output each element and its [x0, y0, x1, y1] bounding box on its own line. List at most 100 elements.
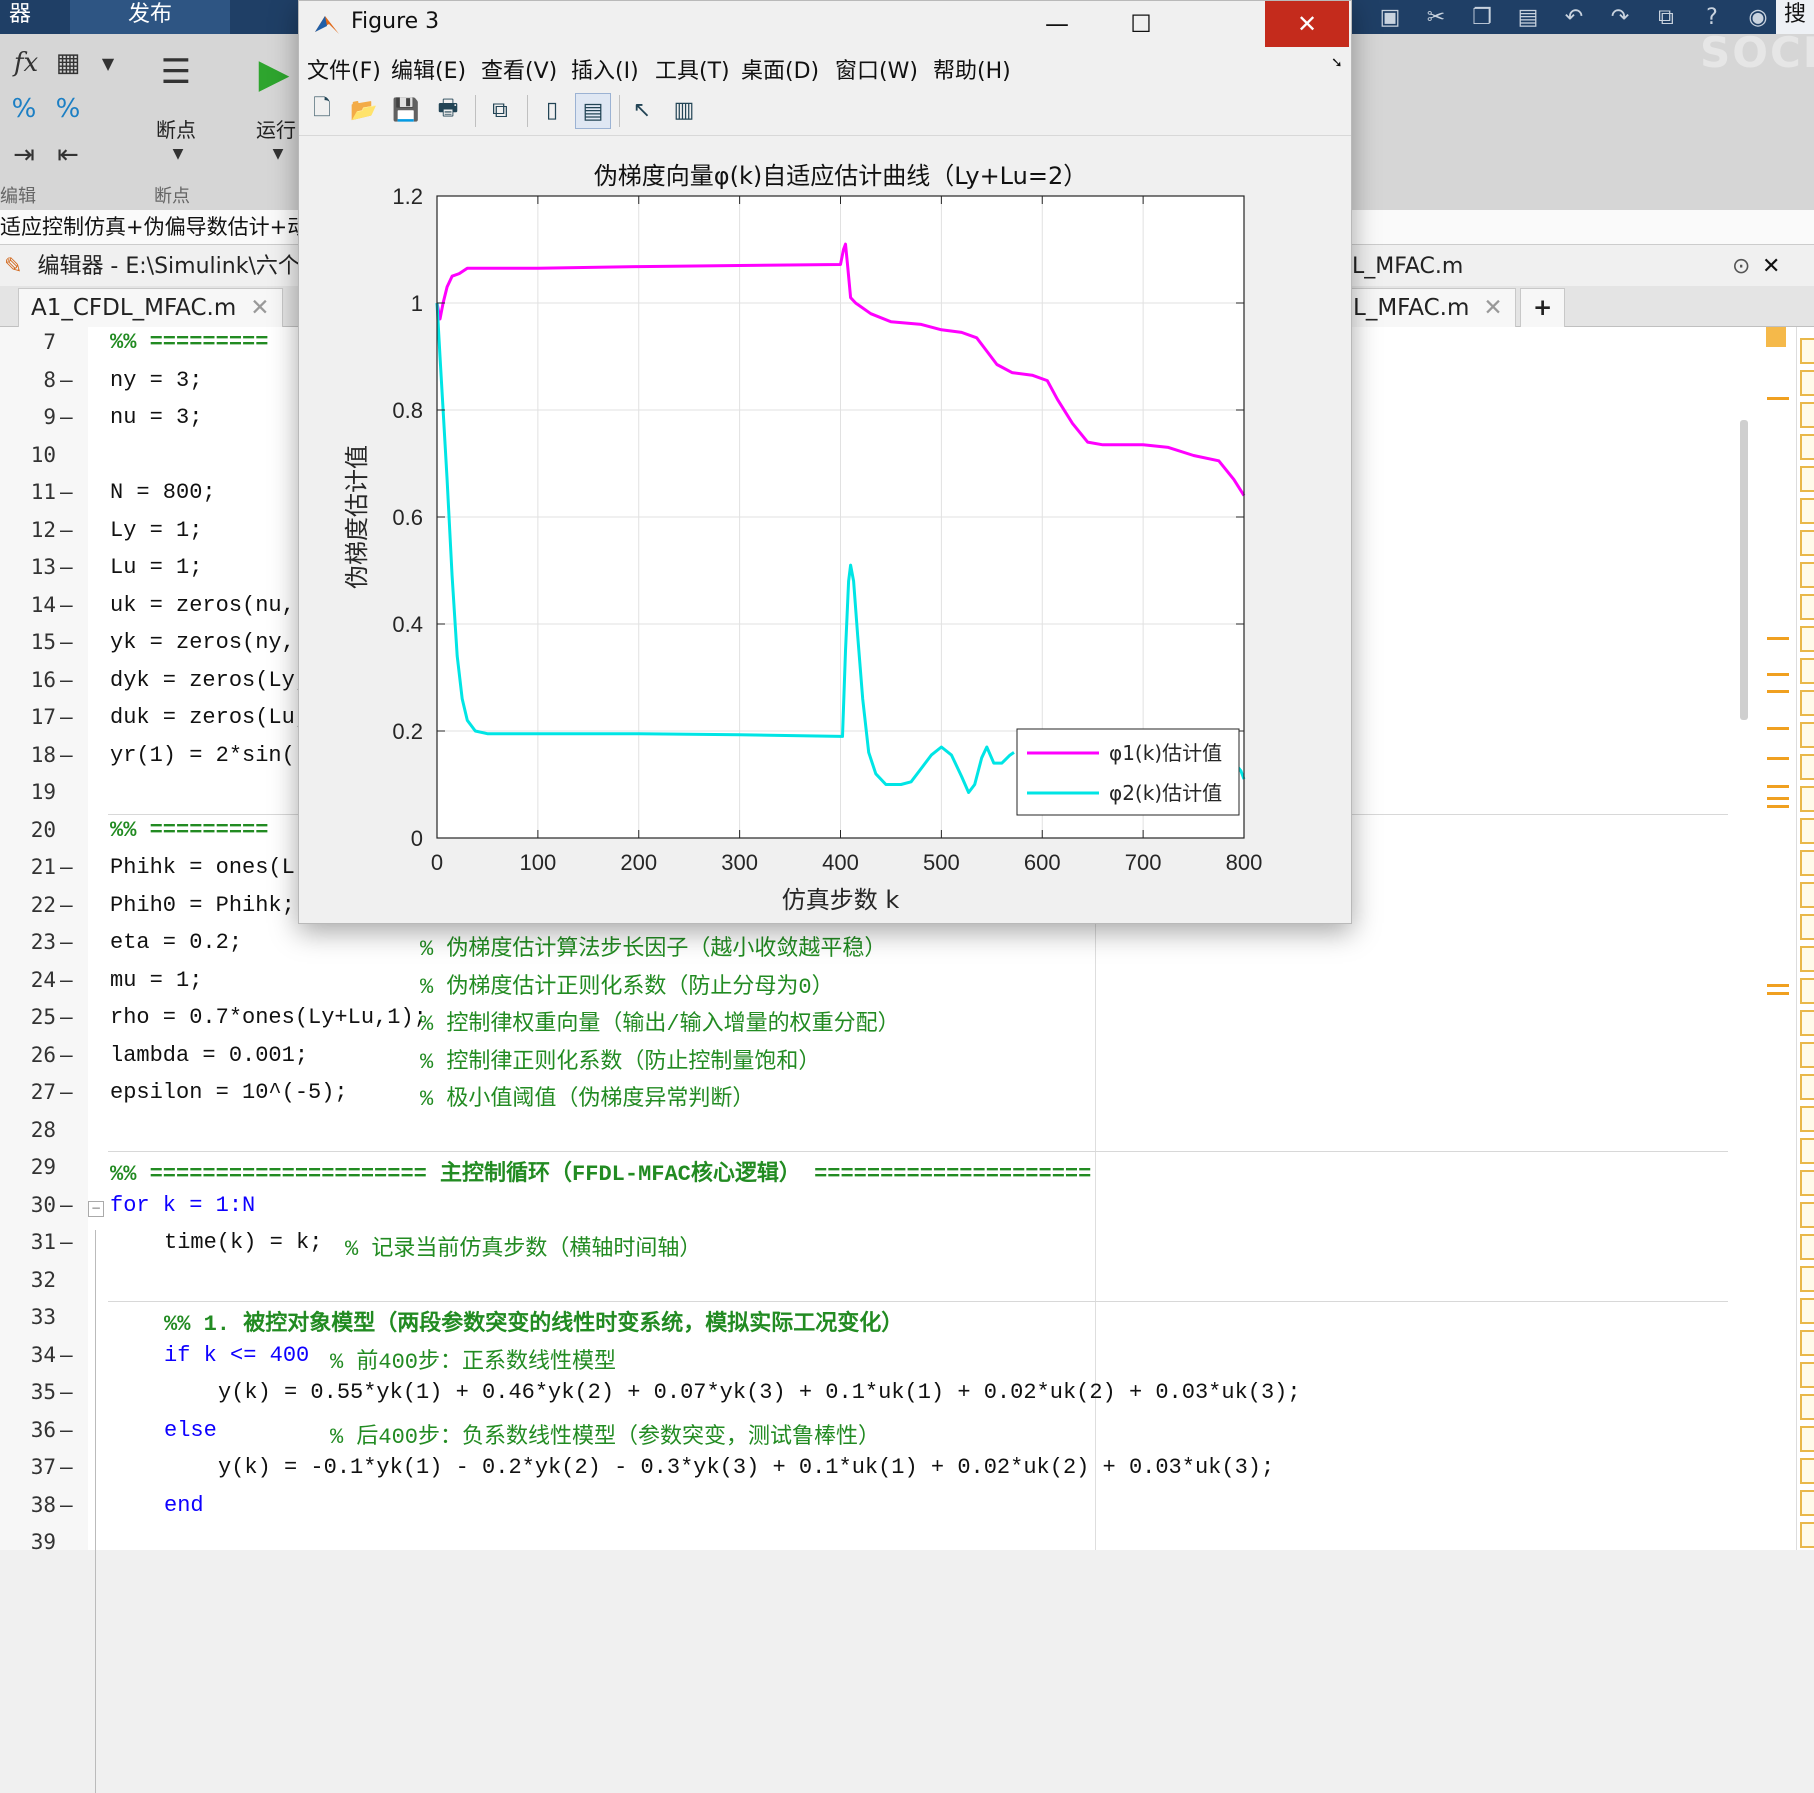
- breakpoint-dash[interactable]: —: [60, 593, 73, 617]
- warning-marker[interactable]: [1767, 984, 1789, 987]
- undo-icon[interactable]: ↶: [1560, 3, 1588, 31]
- code-line[interactable]: %% =========: [110, 818, 268, 843]
- breakpoint-dash[interactable]: —: [60, 1230, 73, 1254]
- breakpoint-dash[interactable]: —: [60, 930, 73, 954]
- code-line[interactable]: yk = zeros(ny,: [110, 630, 295, 655]
- edit-plot-cursor-icon[interactable]: ↖: [625, 93, 659, 127]
- side-panel-item[interactable]: [1800, 1170, 1814, 1196]
- code-line[interactable]: Phihk = ones(L: [110, 855, 295, 880]
- code-comment[interactable]: % 极小值阈值（伪梯度异常判断）: [420, 1080, 754, 1112]
- chart-icon[interactable]: ▦: [50, 46, 86, 80]
- side-panel-item[interactable]: [1800, 1138, 1814, 1164]
- warning-marker[interactable]: [1767, 690, 1789, 693]
- side-panel-item[interactable]: [1800, 754, 1814, 780]
- code-line[interactable]: for k = 1:N: [110, 1193, 255, 1218]
- menu-edit[interactable]: 编辑(E): [391, 53, 466, 85]
- property-inspector-icon[interactable]: ▥: [667, 93, 701, 127]
- code-line[interactable]: %% ===================== 主控制循环（FFDL-MFAC…: [110, 1155, 1091, 1187]
- menu-tools[interactable]: 工具(T): [655, 53, 730, 85]
- side-panel-item[interactable]: [1800, 1394, 1814, 1420]
- breakpoint-dash[interactable]: —: [60, 1418, 73, 1442]
- side-panel-item[interactable]: [1800, 1234, 1814, 1260]
- outdent-icon[interactable]: ⇤: [50, 138, 86, 172]
- side-panel-item[interactable]: [1800, 1330, 1814, 1356]
- side-panel-item[interactable]: [1800, 1042, 1814, 1068]
- breakpoint-dropdown-icon[interactable]: ▼: [168, 142, 188, 166]
- side-panel-item[interactable]: [1800, 594, 1814, 620]
- panel-close-icon[interactable]: ✕: [1762, 248, 1780, 286]
- warning-marker[interactable]: [1767, 797, 1789, 800]
- breakpoint-dash[interactable]: —: [60, 1193, 73, 1217]
- breakpoint-dash[interactable]: —: [60, 555, 73, 579]
- side-panel-item[interactable]: [1800, 882, 1814, 908]
- function-icon[interactable]: fx: [6, 46, 46, 80]
- breakpoint-dash[interactable]: —: [60, 1080, 73, 1104]
- add-tab-button[interactable]: +: [1520, 288, 1566, 327]
- code-comment[interactable]: % 伪梯度估计算法步长因子（越小收敛越平稳）: [420, 930, 886, 962]
- code-line[interactable]: nu = 3;: [110, 405, 202, 430]
- ribbon-tab-editor-partial[interactable]: 器: [0, 0, 40, 34]
- side-panel-item[interactable]: [1800, 1266, 1814, 1292]
- print-icon[interactable]: 🖶: [431, 93, 465, 127]
- maximize-button[interactable]: ☐: [1099, 1, 1183, 47]
- code-line[interactable]: ny = 3;: [110, 368, 202, 393]
- dock-arrow-icon[interactable]: ➘: [1331, 55, 1343, 71]
- side-panel-item[interactable]: [1800, 402, 1814, 428]
- breakpoint-dash[interactable]: —: [60, 1493, 73, 1517]
- side-panel-item[interactable]: [1800, 786, 1814, 812]
- breakpoint-dash[interactable]: —: [60, 405, 73, 429]
- breakpoint-dash[interactable]: —: [60, 368, 73, 392]
- menu-view[interactable]: 查看(V): [481, 53, 557, 85]
- close-button[interactable]: ✕: [1265, 1, 1349, 47]
- close-tab-icon[interactable]: ✕: [250, 295, 269, 321]
- breakpoint-dash[interactable]: —: [60, 743, 73, 767]
- side-panel-item[interactable]: [1800, 370, 1814, 396]
- menu-help[interactable]: 帮助(H): [933, 53, 1011, 85]
- code-line[interactable]: epsilon = 10^(-5);: [110, 1080, 348, 1105]
- breakpoint-dash[interactable]: —: [60, 630, 73, 654]
- close-tab-icon[interactable]: ✕: [1483, 295, 1502, 321]
- breakpoint-dash[interactable]: —: [60, 968, 73, 992]
- code-comment[interactable]: % 记录当前仿真步数（横轴时间轴）: [345, 1230, 701, 1262]
- paste-icon[interactable]: ▤: [1514, 3, 1542, 31]
- warning-marker[interactable]: [1767, 673, 1789, 676]
- insert-legend-icon[interactable]: ▤: [575, 93, 611, 129]
- new-figure-icon[interactable]: 🗋: [305, 93, 339, 127]
- cut-icon[interactable]: ✂: [1422, 3, 1450, 31]
- vertical-scrollbar[interactable]: [1740, 420, 1748, 720]
- minimize-button[interactable]: —: [1015, 1, 1099, 47]
- side-panel-item[interactable]: [1800, 1202, 1814, 1228]
- warning-marker[interactable]: [1767, 992, 1789, 995]
- side-panel-item[interactable]: [1800, 690, 1814, 716]
- code-comment[interactable]: % 控制律权重向量（输出/输入增量的权重分配）: [420, 1005, 900, 1037]
- side-panel-item[interactable]: [1800, 1522, 1814, 1548]
- code-line[interactable]: %% =========: [110, 330, 268, 355]
- side-panel-item[interactable]: [1800, 658, 1814, 684]
- percent-icon[interactable]: %: [6, 92, 42, 126]
- side-panel-item[interactable]: [1800, 722, 1814, 748]
- breakpoint-dash[interactable]: —: [60, 518, 73, 542]
- side-panel-item[interactable]: [1800, 850, 1814, 876]
- code-line[interactable]: %% 1. 被控对象模型（两段参数突变的线性时变系统，模拟实际工况变化）: [164, 1305, 903, 1337]
- side-panel-item[interactable]: [1800, 1298, 1814, 1324]
- switch-windows-icon[interactable]: ⧉: [1652, 3, 1680, 31]
- breakpoint-icon[interactable]: ☰: [152, 42, 200, 102]
- plot-area[interactable]: 0 100 200 300 400 500 600 700 800 0 0.2 0.4 0.6 0.8 1 1…: [299, 136, 1351, 923]
- panel-options-icon[interactable]: ⊙: [1732, 248, 1750, 286]
- code-line[interactable]: lambda = 0.001;: [110, 1043, 308, 1068]
- community-icon[interactable]: ◉: [1744, 3, 1772, 31]
- save-icon[interactable]: ▣: [1376, 3, 1404, 31]
- side-panel-item[interactable]: [1800, 562, 1814, 588]
- code-line[interactable]: Ly = 1;: [110, 518, 202, 543]
- side-panel-item[interactable]: [1800, 1426, 1814, 1452]
- code-line[interactable]: if k <= 400: [164, 1343, 309, 1368]
- breakpoint-dash[interactable]: —: [60, 1343, 73, 1367]
- insert-colorbar-icon[interactable]: ▯: [535, 93, 569, 127]
- code-line[interactable]: N = 800;: [110, 480, 216, 505]
- breakpoint-dash[interactable]: —: [60, 1043, 73, 1067]
- side-panel-item[interactable]: [1800, 498, 1814, 524]
- run-button[interactable]: 运行: [256, 114, 296, 143]
- breakpoint-dash[interactable]: —: [60, 480, 73, 504]
- side-panel-item[interactable]: [1800, 1362, 1814, 1388]
- code-comment[interactable]: % 前400步：正系数线性模型: [330, 1343, 616, 1375]
